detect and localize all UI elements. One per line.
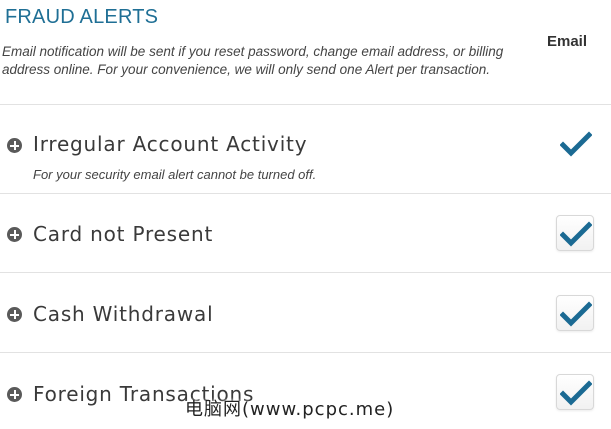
alert-label: Irregular Account Activity	[33, 132, 308, 156]
divider	[0, 272, 611, 273]
email-checkbox[interactable]	[556, 215, 594, 251]
page-title: FRAUD ALERTS	[5, 6, 159, 28]
fraud-alerts-panel: FRAUD ALERTS Email Email notification wi…	[0, 0, 611, 429]
checkmark-icon	[560, 221, 592, 247]
alert-note: For your security email alert cannot be …	[33, 167, 317, 182]
email-checkbox[interactable]	[556, 374, 594, 410]
watermark-text: 电脑网(www.pcpc.me)	[185, 399, 395, 420]
checkmark-icon	[560, 301, 592, 327]
email-column-header: Email	[547, 33, 588, 50]
divider	[0, 352, 611, 353]
divider	[0, 104, 611, 105]
email-checkbox[interactable]	[556, 295, 594, 331]
expand-plus-icon[interactable]	[7, 307, 22, 322]
alert-label: Cash Withdrawal	[33, 302, 214, 326]
divider	[0, 193, 611, 194]
checkmark-icon	[560, 380, 592, 406]
expand-plus-icon[interactable]	[7, 138, 22, 153]
expand-plus-icon[interactable]	[7, 227, 22, 242]
alert-label: Card not Present	[33, 222, 214, 246]
checkmark-icon	[559, 130, 593, 158]
expand-plus-icon[interactable]	[7, 387, 22, 402]
description-text: Email notification will be sent if you r…	[2, 44, 504, 77]
